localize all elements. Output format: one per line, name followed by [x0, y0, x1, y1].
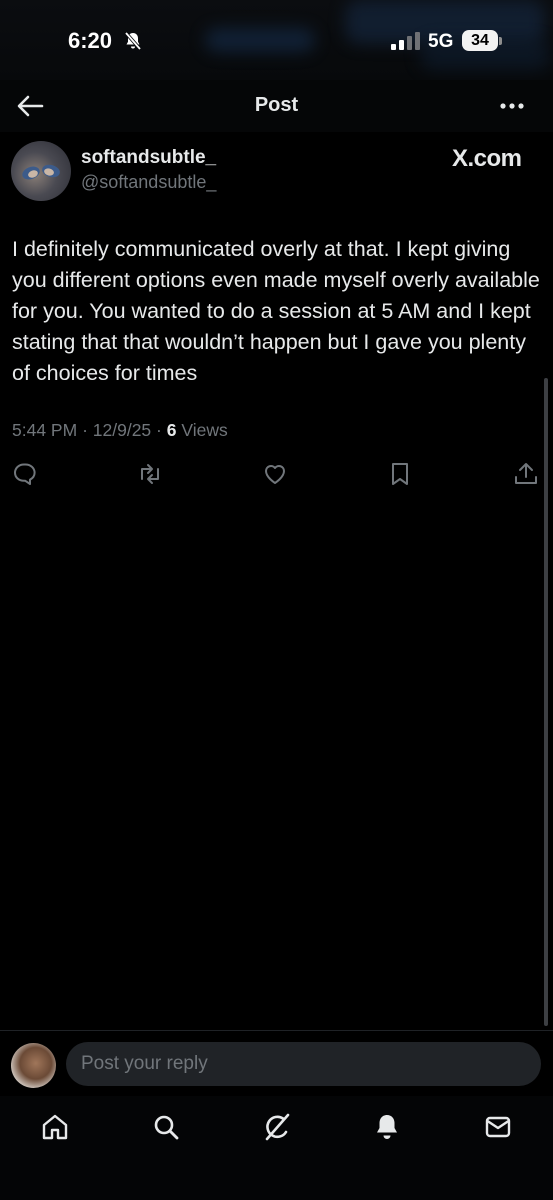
status-time: 6:20 [68, 28, 113, 53]
battery-tip [499, 37, 502, 45]
post-date: 12/9/25 [92, 420, 152, 440]
post-time: 5:44 PM [12, 420, 78, 440]
author-display-name[interactable]: softandsubtle_ [81, 147, 216, 169]
network-type: 5G [428, 31, 454, 52]
page-title: Post [254, 94, 299, 116]
signal-icon [391, 32, 420, 50]
bottom-navigation [0, 1096, 553, 1200]
share-icon[interactable] [512, 460, 540, 488]
blurred-background [205, 28, 315, 52]
x-com-watermark: X.com [452, 145, 522, 172]
views-count[interactable]: 6 [167, 420, 177, 440]
bell-muted-icon [124, 31, 142, 51]
messages-icon[interactable] [483, 1112, 513, 1142]
bookmark-icon[interactable] [386, 460, 414, 488]
repost-icon[interactable] [136, 460, 164, 488]
more-horizontal-icon[interactable] [496, 94, 528, 118]
author-avatar[interactable] [11, 141, 71, 201]
reply-input[interactable]: Post your reply [66, 1042, 541, 1086]
author-handle[interactable]: @softandsubtle_ [81, 172, 216, 193]
meta-separator: · [156, 420, 162, 440]
comment-icon[interactable] [11, 460, 39, 488]
reply-bar: Post your reply [0, 1030, 553, 1096]
home-icon[interactable] [40, 1112, 70, 1142]
avatar-photo [22, 164, 60, 180]
meta-separator: · [82, 420, 88, 440]
post-meta: 5:44 PM · 12/9/25 · 6 Views [12, 420, 228, 441]
search-icon[interactable] [151, 1112, 181, 1142]
status-bar: 6:20 5G 34 [0, 0, 553, 80]
grok-icon[interactable] [262, 1112, 292, 1142]
views-label[interactable]: Views [181, 420, 227, 440]
user-avatar[interactable] [11, 1043, 56, 1088]
post-text: I definitely communicated overly at that… [12, 237, 540, 385]
top-app-bar: Post [0, 80, 553, 132]
notifications-icon[interactable] [372, 1112, 402, 1142]
heart-icon[interactable] [261, 460, 289, 488]
battery-level: 34 [462, 30, 498, 51]
scrollbar[interactable] [544, 378, 548, 1026]
